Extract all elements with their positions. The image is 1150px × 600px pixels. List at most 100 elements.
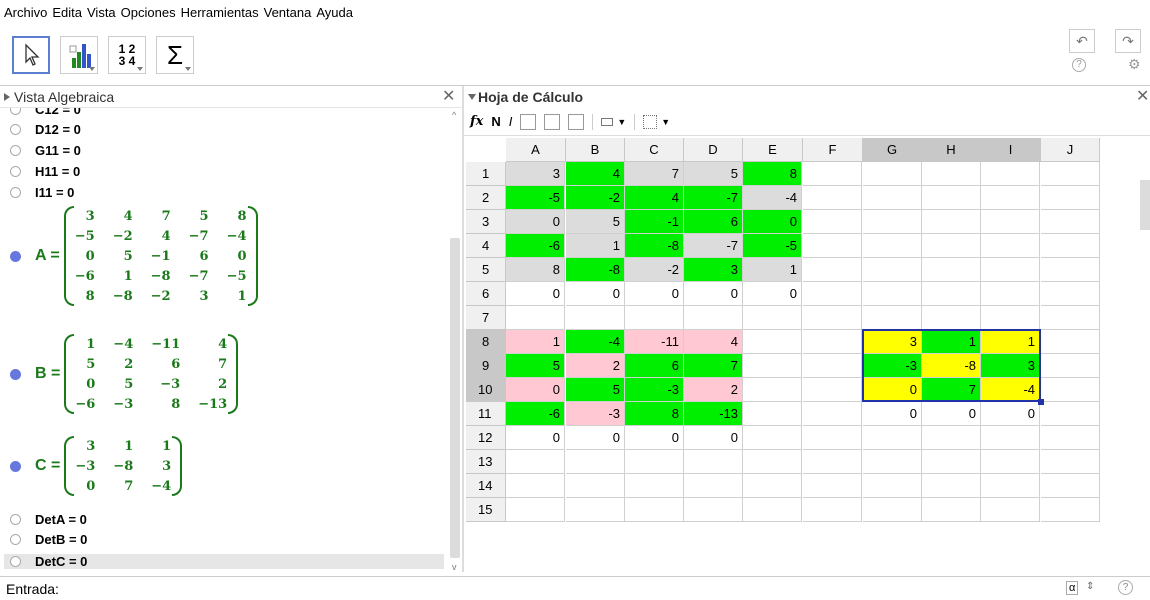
cell-empty[interactable] [981,186,1040,210]
cell-empty[interactable] [743,330,802,354]
row-header-2[interactable]: 2 [466,186,506,210]
cell-empty[interactable] [981,162,1040,186]
column-header-c[interactable]: C [625,138,684,162]
cell-e6[interactable]: 0 [743,282,802,306]
cell-c4[interactable]: -8 [625,234,684,258]
menu-item-ayuda[interactable]: Ayuda [316,5,353,20]
cell-c12[interactable]: 0 [625,426,684,450]
row-header-14[interactable]: 14 [466,474,506,498]
row-header-11[interactable]: 11 [466,402,506,426]
row-header-9[interactable]: 9 [466,354,506,378]
cell-d5[interactable]: 3 [684,258,743,282]
cell-b10[interactable]: 5 [566,378,625,402]
cell-empty[interactable] [863,162,922,186]
cell-d11[interactable]: -13 [684,402,743,426]
visibility-toggle[interactable] [10,534,21,545]
cell-empty[interactable] [863,306,922,330]
cell-empty[interactable] [922,282,981,306]
visibility-toggle[interactable] [10,108,21,115]
row-header-3[interactable]: 3 [466,210,506,234]
cell-empty[interactable] [922,426,981,450]
cell-b12[interactable]: 0 [566,426,625,450]
cell-empty[interactable] [743,306,802,330]
undo-button[interactable]: ↶ [1069,29,1095,53]
cell-c11[interactable]: 8 [625,402,684,426]
cell-a12[interactable]: 0 [506,426,565,450]
row-header-5[interactable]: 5 [466,258,506,282]
settings-button[interactable]: ⚙ [1128,56,1141,73]
cell-empty[interactable] [803,282,862,306]
algebra-item[interactable]: C12 = 0 [10,108,81,117]
cell-c10[interactable]: -3 [625,378,684,402]
algebra-item[interactable]: H11 = 0 [10,164,80,179]
expand-triangle-icon[interactable] [4,93,10,101]
cell-empty[interactable] [506,474,565,498]
row-header-15[interactable]: 15 [466,498,506,522]
cell-empty[interactable] [566,450,625,474]
column-header-e[interactable]: E [743,138,803,162]
cell-empty[interactable] [922,210,981,234]
cell-a3[interactable]: 0 [506,210,565,234]
row-header-6[interactable]: 6 [466,282,506,306]
cell-d10[interactable]: 2 [684,378,743,402]
close-icon[interactable]: ✕ [1136,86,1149,106]
align-right-icon[interactable] [568,113,585,130]
cell-empty[interactable] [981,306,1040,330]
row-header-12[interactable]: 12 [466,426,506,450]
scroll-down-icon[interactable]: v [452,562,457,572]
cell-d1[interactable]: 5 [684,162,743,186]
cell-empty[interactable] [803,354,862,378]
cell-empty[interactable] [803,258,862,282]
column-header-j[interactable]: J [1041,138,1100,162]
cell-empty[interactable] [1041,474,1100,498]
cell-empty[interactable] [506,450,565,474]
column-header-d[interactable]: D [684,138,743,162]
cell-empty[interactable] [1041,282,1100,306]
algebra-item[interactable]: DetA = 0 [10,512,87,527]
cell-e1[interactable]: 8 [743,162,802,186]
cell-e3[interactable]: 0 [743,210,802,234]
cell-empty[interactable] [625,306,684,330]
spinner-icon[interactable]: ⇕ [1086,581,1094,592]
algebra-item[interactable]: DetB = 0 [10,532,87,547]
cell-a6[interactable]: 0 [506,282,565,306]
cell-empty[interactable] [625,498,684,522]
visibility-toggle[interactable] [10,368,21,380]
cell-empty[interactable] [803,498,862,522]
column-header-f[interactable]: F [803,138,863,162]
cell-empty[interactable] [1041,402,1100,426]
view-divider[interactable] [462,86,464,572]
input-field[interactable] [60,578,961,599]
cell-empty[interactable] [863,210,922,234]
cell-empty[interactable] [1041,426,1100,450]
algebra-item[interactable]: D12 = 0 [10,122,81,137]
fill-handle[interactable] [1038,399,1044,405]
cell-empty[interactable] [803,474,862,498]
cell-empty[interactable] [1041,258,1100,282]
cell-empty[interactable] [922,186,981,210]
cell-empty[interactable] [803,378,862,402]
cell-empty[interactable] [981,450,1040,474]
align-left-icon[interactable] [520,113,537,130]
cell-empty[interactable] [922,234,981,258]
cell-empty[interactable] [1041,234,1100,258]
column-header-b[interactable]: B [566,138,625,162]
cell-empty[interactable] [981,234,1040,258]
cell-empty[interactable] [922,258,981,282]
visibility-toggle[interactable] [10,124,21,135]
cell-d3[interactable]: 6 [684,210,743,234]
cell-b11[interactable]: -3 [566,402,625,426]
bold-button[interactable]: N [491,114,500,129]
cell-empty[interactable] [981,474,1040,498]
algebra-item[interactable]: DetC = 0 [4,554,444,569]
cell-b3[interactable]: 5 [566,210,625,234]
chart-tool-button[interactable] [60,36,98,74]
cell-empty[interactable] [803,426,862,450]
cell-empty[interactable] [863,282,922,306]
scroll-up-icon[interactable]: ^ [452,110,456,120]
cell-empty[interactable] [1041,378,1100,402]
close-icon[interactable]: ✕ [442,86,455,106]
cell-b9[interactable]: 2 [566,354,625,378]
menu-item-opciones[interactable]: Opciones [121,5,176,20]
cell-a11[interactable]: -6 [506,402,565,426]
